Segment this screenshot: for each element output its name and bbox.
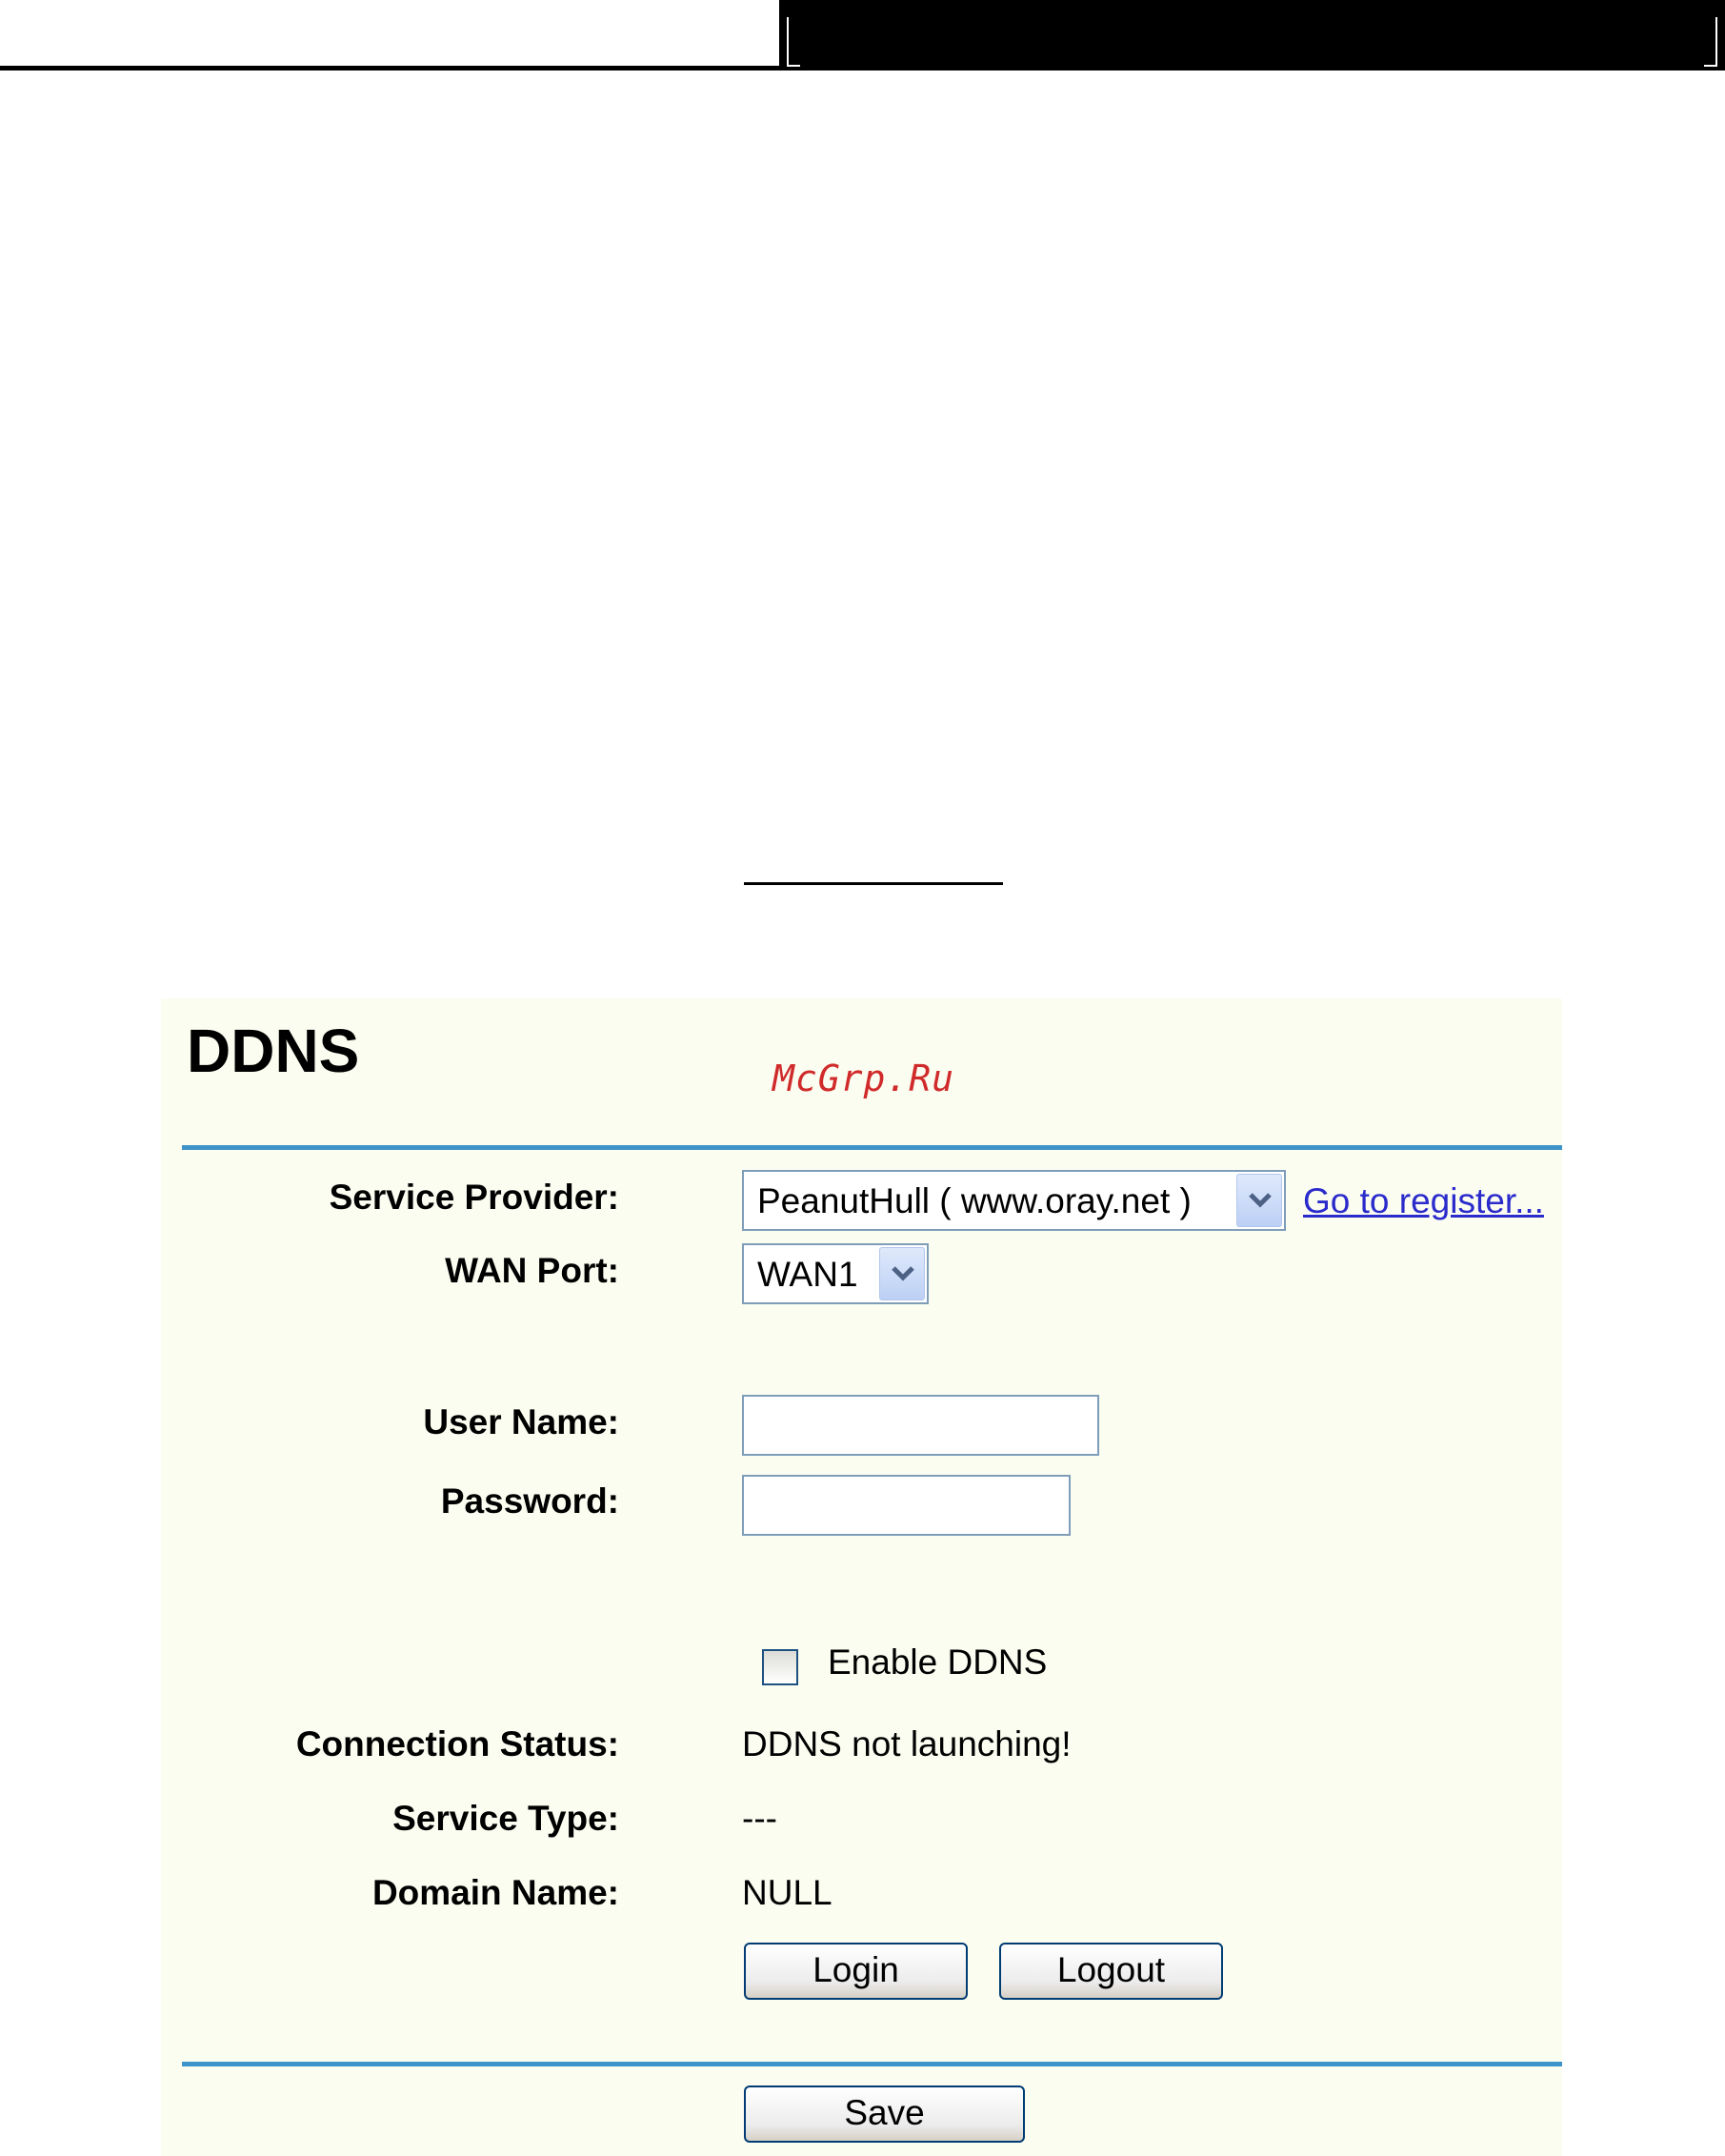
- service-provider-select[interactable]: PeanutHull ( www.oray.net ): [742, 1170, 1286, 1231]
- service-type-label: Service Type:: [392, 1799, 619, 1838]
- separator-rule: [744, 882, 1003, 885]
- enable-ddns-checkbox[interactable]: [762, 1649, 798, 1685]
- save-button[interactable]: Save: [744, 2085, 1025, 2143]
- enable-ddns-label: Enable DDNS: [828, 1642, 1048, 1682]
- domain-name-value: NULL: [742, 1873, 832, 1912]
- service-type-value: ---: [742, 1799, 777, 1838]
- login-button[interactable]: Login: [744, 1943, 968, 2000]
- crop-mark-left: [787, 17, 800, 67]
- logout-button[interactable]: Logout: [999, 1943, 1223, 2000]
- wan-port-value: WAN1: [757, 1255, 858, 1294]
- ddns-panel: DDNS McGrp.Ru Service Provider: PeanutHu…: [161, 998, 1562, 2156]
- password-input[interactable]: [742, 1475, 1071, 1536]
- password-label: Password:: [440, 1481, 619, 1521]
- wan-port-label: WAN Port:: [445, 1251, 619, 1290]
- connection-status-label: Connection Status:: [295, 1724, 619, 1763]
- watermark: McGrp.Ru: [772, 1058, 955, 1099]
- divider-bottom: [182, 2062, 1562, 2066]
- service-provider-label: Service Provider:: [329, 1178, 619, 1217]
- chevron-down-icon[interactable]: [879, 1247, 925, 1300]
- go-to-register-link[interactable]: Go to register...: [1303, 1181, 1544, 1221]
- domain-name-label: Domain Name:: [371, 1873, 619, 1912]
- crop-mark-right: [1704, 17, 1717, 67]
- service-provider-value: PeanutHull ( www.oray.net ): [757, 1181, 1192, 1220]
- wan-port-select[interactable]: WAN1: [742, 1243, 929, 1304]
- divider-top: [182, 1145, 1562, 1150]
- header-block: [779, 0, 1725, 71]
- header-rule: [0, 66, 779, 71]
- connection-status-value: DDNS not launching!: [742, 1724, 1072, 1763]
- user-name-label: User Name:: [423, 1402, 619, 1441]
- page-title: DDNS: [187, 1017, 360, 1085]
- user-name-input[interactable]: [742, 1395, 1099, 1456]
- chevron-down-icon[interactable]: [1236, 1174, 1282, 1227]
